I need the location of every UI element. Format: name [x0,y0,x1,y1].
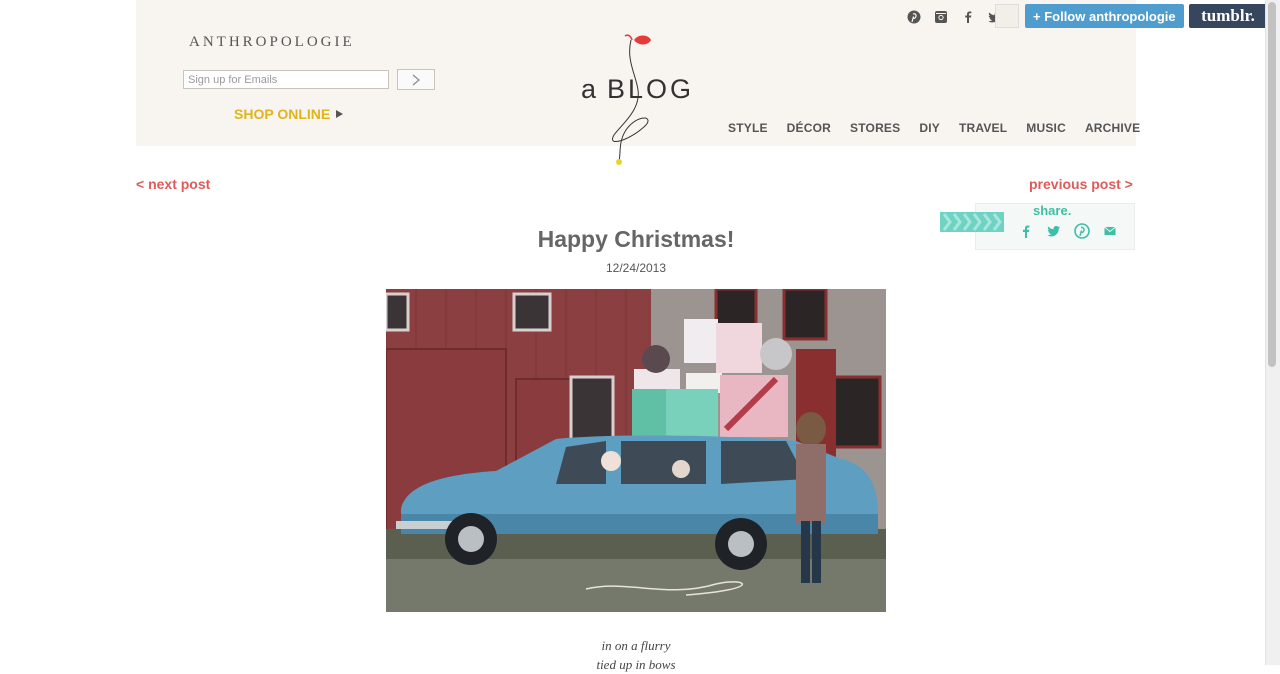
post-date: 12/24/2013 [605,261,667,275]
share-label: share. [1033,203,1072,218]
blog-logo-text: a BLOG [581,74,694,105]
brand-name[interactable]: ANTHROPOLOGIE [189,34,355,51]
nav-music[interactable]: MUSIC [1026,121,1066,135]
nav-travel[interactable]: TRAVEL [959,121,1007,135]
previous-post-link[interactable]: previous post > [1029,176,1133,192]
logo-prefix: a [581,74,600,104]
facebook-icon[interactable] [960,9,976,25]
logo-word: BLOG [607,74,695,104]
tumblr-avatar[interactable] [995,4,1019,28]
share-icons [1017,222,1119,240]
nav-diy[interactable]: DIY [919,121,940,135]
pinterest-icon[interactable] [1073,222,1091,240]
chevron-right-icon [412,74,420,85]
email-icon[interactable] [1101,222,1119,240]
scrollbar-thumb[interactable] [1268,2,1276,367]
instagram-icon[interactable] [933,9,949,25]
nav-style[interactable]: STYLE [728,121,768,135]
post-hero-image [386,289,886,612]
tumblr-logo-button[interactable]: tumblr. [1189,4,1267,28]
nav-decor[interactable]: DÉCOR [787,121,831,135]
main-nav: STYLE DÉCOR STORES DIY TRAVEL MUSIC ARCH… [728,121,1140,135]
shop-online-label: SHOP ONLINE [234,106,331,122]
share-ribbon-icon [940,212,1004,232]
shop-online-link[interactable]: SHOP ONLINE [234,106,344,122]
twitter-icon[interactable] [1045,222,1063,240]
play-arrow-icon [336,110,344,118]
nav-archive[interactable]: ARCHIVE [1085,121,1140,135]
social-links [906,9,1003,25]
poem-line: in on a flurry [601,638,671,653]
post-poem: in on a flurry tied up in bows [386,636,886,674]
follow-button[interactable]: + Follow anthropologie [1025,4,1184,28]
email-submit-button[interactable] [397,69,435,90]
email-signup-input[interactable] [183,70,389,89]
next-post-link[interactable]: < next post [136,176,210,192]
post-title: Happy Christmas! [537,226,735,252]
facebook-icon[interactable] [1017,222,1035,240]
nav-stores[interactable]: STORES [850,121,900,135]
pinterest-icon[interactable] [906,9,922,25]
